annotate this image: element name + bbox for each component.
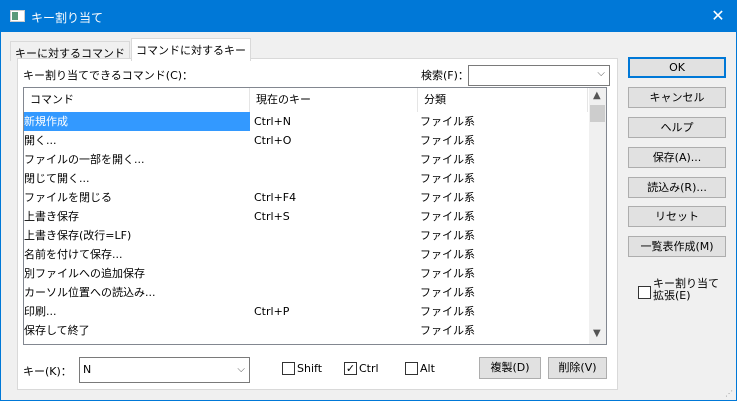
close-icon[interactable]: ✕	[698, 1, 737, 32]
command-cell: ファイルの一部を開く...	[24, 153, 145, 166]
alt-checkbox[interactable]	[405, 362, 418, 375]
table-row[interactable]: 閉じて開く... ファイル系	[24, 169, 588, 188]
command-cell: 名前を付けて保存...	[24, 248, 123, 261]
key-cell	[254, 169, 414, 188]
category-cell: ファイル系	[420, 115, 475, 128]
scroll-up-icon[interactable]: ▲	[593, 90, 601, 101]
key-cell: Ctrl+F4	[254, 191, 297, 204]
save-button[interactable]: 保存(A)...	[628, 147, 726, 168]
title-bar: キー割り当て ✕	[1, 1, 737, 32]
category-cell: ファイル系	[420, 153, 475, 166]
category-cell: ファイル系	[420, 134, 475, 147]
scrollbar[interactable]: ▲ ▼	[589, 88, 606, 344]
table-row[interactable]: 印刷... Ctrl+P ファイル系	[24, 302, 588, 321]
resize-grip-icon[interactable]: ⋰	[725, 389, 733, 398]
key-label: キー(K)：	[23, 365, 72, 378]
ok-button[interactable]: OK	[628, 57, 726, 78]
command-cell: 保存して終了	[24, 324, 90, 337]
search-input[interactable]: ⌵	[468, 65, 610, 86]
column-header-command[interactable]: コマンド	[24, 88, 250, 112]
alt-label: Alt	[420, 362, 435, 375]
key-cell	[254, 283, 414, 302]
window-icon	[10, 10, 25, 22]
category-cell: ファイル系	[420, 286, 475, 299]
key-cell: Ctrl+N	[254, 115, 292, 128]
command-cell: 開く...	[24, 134, 57, 147]
extend-label: キー割り当て拡張(E)	[653, 277, 719, 302]
reset-button[interactable]: リセット	[628, 206, 726, 227]
ctrl-checkbox[interactable]: ✓	[344, 362, 357, 375]
ctrl-label: Ctrl	[359, 362, 379, 375]
command-cell: 別ファイルへの追加保存	[24, 267, 145, 280]
category-cell: ファイル系	[420, 172, 475, 185]
table-row[interactable]: 上書き保存(改行=LF) ファイル系	[24, 226, 588, 245]
chevron-down-icon: ⌵	[597, 68, 605, 79]
table-row[interactable]: 別ファイルへの追加保存 ファイル系	[24, 264, 588, 283]
command-cell: 閉じて開く...	[24, 172, 90, 185]
help-button[interactable]: ヘルプ	[628, 117, 726, 138]
cancel-button[interactable]: キャンセル	[628, 87, 726, 108]
category-cell: ファイル系	[420, 248, 475, 261]
command-list-label: キー割り当てできるコマンド(C)：	[23, 69, 194, 82]
table-row[interactable]: 保存して終了 ファイル系	[24, 321, 588, 340]
shift-label: Shift	[297, 362, 323, 375]
command-cell: ファイルを閉じる	[24, 191, 112, 204]
key-cell: Ctrl+O	[254, 134, 292, 147]
category-cell: ファイル系	[420, 191, 475, 204]
column-header-current-key[interactable]: 現在のキー	[250, 88, 418, 112]
table-row[interactable]: 上書き保存 Ctrl+S ファイル系	[24, 207, 588, 226]
tab-command-to-key[interactable]: コマンドに対するキー	[131, 38, 251, 61]
table-row[interactable]: 新規作成 Ctrl+N ファイル系	[24, 112, 588, 131]
table-row[interactable]: ファイルの一部を開く... ファイル系	[24, 150, 588, 169]
command-list[interactable]: コマンド 現在のキー 分類 新規作成 Ctrl+N ファイル系 開く... Ctrl+O…	[23, 87, 607, 345]
key-cell: Ctrl+P	[254, 305, 290, 318]
window-title: キー割り当て	[31, 11, 104, 25]
table-row-partial[interactable]	[24, 340, 588, 344]
scrollbar-thumb[interactable]	[590, 105, 605, 122]
extend-checkbox[interactable]	[638, 286, 651, 299]
key-cell	[254, 245, 414, 264]
command-cell: 上書き保存(改行=LF)	[24, 229, 132, 242]
category-cell: ファイル系	[420, 324, 475, 337]
key-cell	[254, 264, 414, 283]
key-cell: Ctrl+S	[254, 210, 290, 223]
search-label: 検索(F)：	[421, 69, 469, 82]
category-cell: ファイル系	[420, 267, 475, 280]
scroll-down-icon[interactable]: ▼	[593, 328, 601, 339]
key-cell	[254, 321, 414, 340]
export-list-button[interactable]: 一覧表作成(M)	[628, 236, 726, 257]
key-value: N	[83, 363, 92, 376]
shift-checkbox[interactable]	[282, 362, 295, 375]
chevron-down-icon: ⌵	[237, 364, 245, 375]
table-row[interactable]: カーソル位置への読込み... ファイル系	[24, 283, 588, 302]
category-cell: ファイル系	[420, 210, 475, 223]
delete-button[interactable]: 削除(V)	[548, 357, 607, 379]
key-cell	[254, 150, 414, 169]
category-cell: ファイル系	[420, 305, 475, 318]
column-header-category[interactable]: 分類	[418, 88, 588, 112]
command-cell: 上書き保存	[24, 210, 79, 223]
table-row[interactable]: ファイルを閉じる Ctrl+F4 ファイル系	[24, 188, 588, 207]
command-cell: 新規作成	[24, 112, 250, 131]
table-row[interactable]: 名前を付けて保存... ファイル系	[24, 245, 588, 264]
category-cell: ファイル系	[420, 229, 475, 242]
key-cell	[254, 226, 414, 245]
key-assign-dialog: キー割り当て ✕ キーに対するコマンド コマンドに対するキー キー割り当てできる…	[0, 0, 737, 401]
duplicate-button[interactable]: 複製(D)	[479, 357, 541, 379]
key-select[interactable]: N ⌵	[79, 357, 250, 383]
table-row[interactable]: 開く... Ctrl+O ファイル系	[24, 131, 588, 150]
load-button[interactable]: 読込み(R)...	[628, 177, 726, 198]
command-cell: カーソル位置への読込み...	[24, 286, 156, 299]
command-cell: 印刷...	[24, 305, 57, 318]
